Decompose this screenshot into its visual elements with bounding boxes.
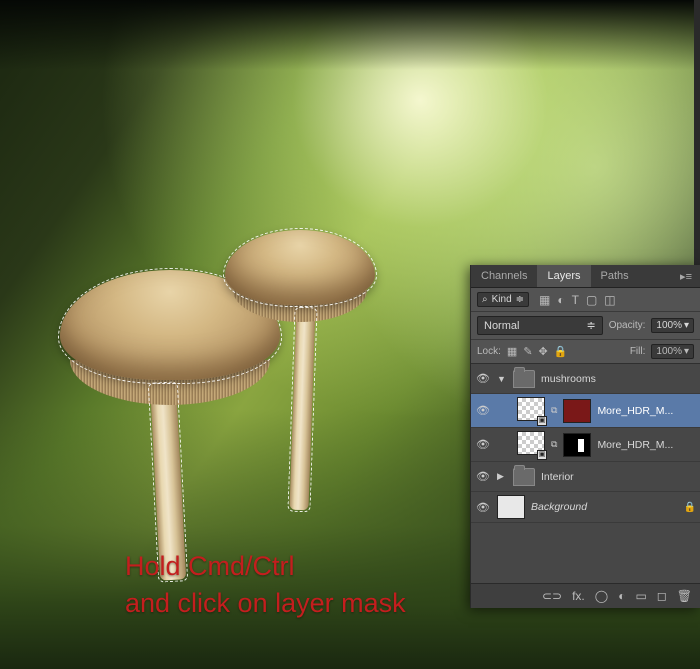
visibility-toggle[interactable]: 👁 bbox=[475, 501, 491, 514]
lock-icon: 🔒 bbox=[684, 502, 696, 513]
filter-shape-icon[interactable]: ▢ bbox=[586, 293, 597, 307]
add-mask-button[interactable]: ◯ bbox=[595, 589, 608, 603]
layer-name[interactable]: Background bbox=[531, 501, 678, 513]
fill-label: Fill: bbox=[630, 346, 646, 357]
blend-mode-row: Normal ≑ Opacity: 100% ▾ bbox=[471, 312, 700, 340]
instruction-annotation: Hold Cmd/Ctrl and click on layer mask bbox=[125, 548, 406, 621]
divider-icon: ≑ bbox=[516, 294, 524, 305]
mushroom-stem bbox=[289, 305, 315, 511]
layer-mask-thumbnail[interactable] bbox=[563, 433, 591, 457]
link-mask-icon[interactable]: ⧉ bbox=[551, 405, 557, 416]
filter-kind-label: Kind bbox=[492, 294, 512, 305]
panel-footer: ⊂⊃ fx. ◯ ◐ ▭ ◻ 🗑 bbox=[471, 583, 700, 608]
tab-channels[interactable]: Channels bbox=[471, 265, 537, 287]
layer-name[interactable]: More_HDR_M... bbox=[597, 405, 696, 417]
layer-group-mushrooms[interactable]: 👁 ▼ mushrooms bbox=[471, 364, 700, 394]
opacity-label: Opacity: bbox=[609, 320, 646, 331]
filter-kind-dropdown[interactable]: ⌕ Kind ≑ bbox=[477, 292, 529, 307]
vignette-top bbox=[0, 0, 700, 70]
chevron-down-icon: ▾ bbox=[684, 346, 689, 357]
opacity-value: 100% bbox=[656, 320, 682, 331]
filter-adjustment-icon[interactable]: ◐ bbox=[557, 293, 564, 307]
layer-name[interactable]: mushrooms bbox=[541, 373, 696, 385]
chevron-down-icon: ≑ bbox=[586, 319, 595, 332]
tab-paths[interactable]: Paths bbox=[591, 265, 639, 287]
blend-mode-value: Normal bbox=[484, 320, 519, 332]
lock-row: Lock: ▦ ✎ ✥ 🔒 Fill: 100% ▾ bbox=[471, 340, 700, 364]
layer-name[interactable]: More_HDR_M... bbox=[597, 439, 696, 451]
visibility-toggle[interactable]: 👁 bbox=[475, 372, 491, 385]
new-layer-button[interactable]: ◻ bbox=[657, 589, 667, 603]
link-layers-button[interactable]: ⊂⊃ bbox=[542, 589, 562, 603]
lock-transparency-icon[interactable]: ▦ bbox=[507, 345, 517, 358]
mushroom-right bbox=[225, 230, 375, 510]
lock-label: Lock: bbox=[477, 346, 501, 357]
lock-all-icon[interactable]: 🔒 bbox=[554, 345, 568, 358]
folder-icon bbox=[513, 468, 535, 486]
filter-pixel-icon[interactable]: ▦ bbox=[539, 293, 550, 307]
disclosure-triangle[interactable]: ▶ bbox=[497, 471, 507, 482]
layer-group-interior[interactable]: 👁 ▶ Interior bbox=[471, 462, 700, 492]
filter-type-icons: ▦ ◐ T ▢ ◫ bbox=[539, 293, 616, 307]
panel-menu-icon[interactable]: ▸≡ bbox=[672, 265, 700, 287]
panel-tabs: Channels Layers Paths ▸≡ bbox=[471, 265, 700, 288]
opacity-input[interactable]: 100% ▾ bbox=[651, 318, 694, 333]
layer-fx-button[interactable]: fx. bbox=[572, 589, 585, 603]
link-mask-icon[interactable]: ⧉ bbox=[551, 439, 557, 450]
lock-position-icon[interactable]: ✥ bbox=[539, 345, 548, 358]
layer-background[interactable]: 👁 Background 🔒 bbox=[471, 492, 700, 523]
layer-hdr-2[interactable]: 👁 ▣ ⧉ More_HDR_M... bbox=[471, 428, 700, 462]
disclosure-triangle[interactable]: ▼ bbox=[497, 374, 507, 384]
annotation-line1: Hold Cmd/Ctrl bbox=[125, 548, 406, 584]
smart-object-badge: ▣ bbox=[537, 450, 547, 460]
chevron-down-icon: ▾ bbox=[684, 320, 689, 331]
smart-object-badge: ▣ bbox=[537, 416, 547, 426]
layer-filter-row: ⌕ Kind ≑ ▦ ◐ T ▢ ◫ bbox=[471, 288, 700, 312]
layer-thumbnail[interactable] bbox=[497, 495, 525, 519]
layer-hdr-1[interactable]: 👁 ▣ ⧉ More_HDR_M... bbox=[471, 394, 700, 428]
layer-mask-thumbnail[interactable] bbox=[563, 399, 591, 423]
app-right-edge bbox=[694, 0, 700, 265]
annotation-line2: and click on layer mask bbox=[125, 585, 406, 621]
delete-layer-button[interactable]: 🗑 bbox=[677, 589, 692, 603]
fill-input[interactable]: 100% ▾ bbox=[651, 344, 694, 359]
layer-name[interactable]: Interior bbox=[541, 471, 696, 483]
visibility-toggle[interactable]: 👁 bbox=[475, 438, 491, 451]
new-group-button[interactable]: ▭ bbox=[635, 589, 646, 603]
mushroom-cap bbox=[225, 230, 375, 305]
new-adjustment-button[interactable]: ◐ bbox=[618, 589, 625, 603]
visibility-toggle[interactable]: 👁 bbox=[475, 470, 491, 483]
filter-smart-icon[interactable]: ◫ bbox=[604, 293, 615, 307]
lock-pixels-icon[interactable]: ✎ bbox=[523, 345, 532, 358]
filter-type-icon[interactable]: T bbox=[572, 293, 579, 307]
layers-empty-area[interactable] bbox=[471, 523, 700, 583]
fill-value: 100% bbox=[656, 346, 682, 357]
blend-mode-dropdown[interactable]: Normal ≑ bbox=[477, 316, 603, 335]
layers-list: 👁 ▼ mushrooms 👁 ▣ ⧉ More_HDR_M... 👁 ▣ ⧉ bbox=[471, 364, 700, 583]
tab-layers[interactable]: Layers bbox=[537, 265, 590, 287]
search-icon: ⌕ bbox=[482, 294, 488, 305]
visibility-toggle[interactable]: 👁 bbox=[475, 404, 491, 417]
folder-icon bbox=[513, 370, 535, 388]
layers-panel: Channels Layers Paths ▸≡ ⌕ Kind ≑ ▦ ◐ T … bbox=[470, 265, 700, 608]
